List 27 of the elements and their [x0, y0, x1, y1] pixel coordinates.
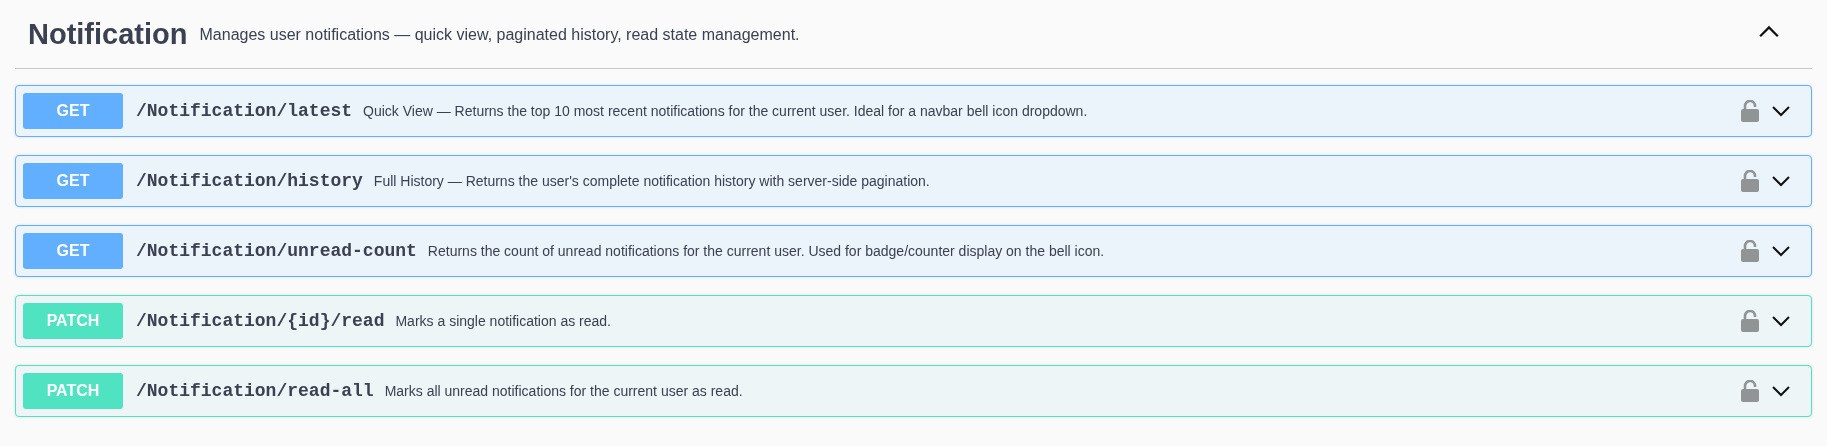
section-description: Manages user notifications — quick view, paginated history, read state management.: [199, 26, 801, 44]
operation-row[interactable]: PATCH /Notification/{id}/read Marks a single notification as read.: [15, 295, 1812, 347]
method-badge: GET: [23, 93, 123, 129]
endpoint-summary: Marks a single notification as read.: [395, 313, 612, 329]
padlock-icon[interactable]: [1741, 170, 1759, 192]
method-badge: PATCH: [23, 373, 123, 409]
method-badge: GET: [23, 163, 123, 199]
section-title: Notification: [28, 17, 188, 51]
padlock-icon[interactable]: [1741, 100, 1759, 122]
padlock-icon[interactable]: [1741, 240, 1759, 262]
padlock-icon[interactable]: [1741, 310, 1759, 332]
endpoint-summary: Quick View — Returns the top 10 most recent notifications for the current user. Ideal for a navbar bell icon dropdown.: [363, 103, 1089, 119]
endpoint-path: /Notification/history: [136, 171, 363, 191]
endpoint-summary: Returns the count of unread notifications for the current user. Used for badge/counter display on the bell icon.: [427, 243, 1106, 259]
operation-row[interactable]: GET /Notification/latest Quick View — Returns the top 10 most recent notifications for the current user. Ideal for a navbar bell icon dropdown.: [15, 85, 1812, 137]
endpoint-summary: Full History — Returns the user's complete notification history with server-side pagination.: [373, 173, 931, 189]
endpoint-path: /Notification/latest: [136, 101, 353, 121]
endpoint-path: /Notification/unread-count: [136, 241, 417, 261]
method-badge: GET: [23, 233, 123, 269]
method-badge: PATCH: [23, 303, 123, 339]
endpoint-path: /Notification/read-all: [136, 381, 374, 401]
endpoint-summary: Marks all unread notifications for the current user as read.: [384, 383, 744, 399]
operation-row[interactable]: GET /Notification/unread-count Returns the count of unread notifications for the current user. Used for badge/counter display on the bell icon.: [15, 225, 1812, 277]
endpoint-path: /Notification/{id}/read: [136, 311, 385, 331]
operation-row[interactable]: PATCH /Notification/read-all Marks all unread notifications for the current user as read.: [15, 365, 1812, 417]
operation-row[interactable]: GET /Notification/history Full History — Returns the user's complete notification history with server-side pagination.: [15, 155, 1812, 207]
padlock-icon[interactable]: [1741, 380, 1759, 402]
